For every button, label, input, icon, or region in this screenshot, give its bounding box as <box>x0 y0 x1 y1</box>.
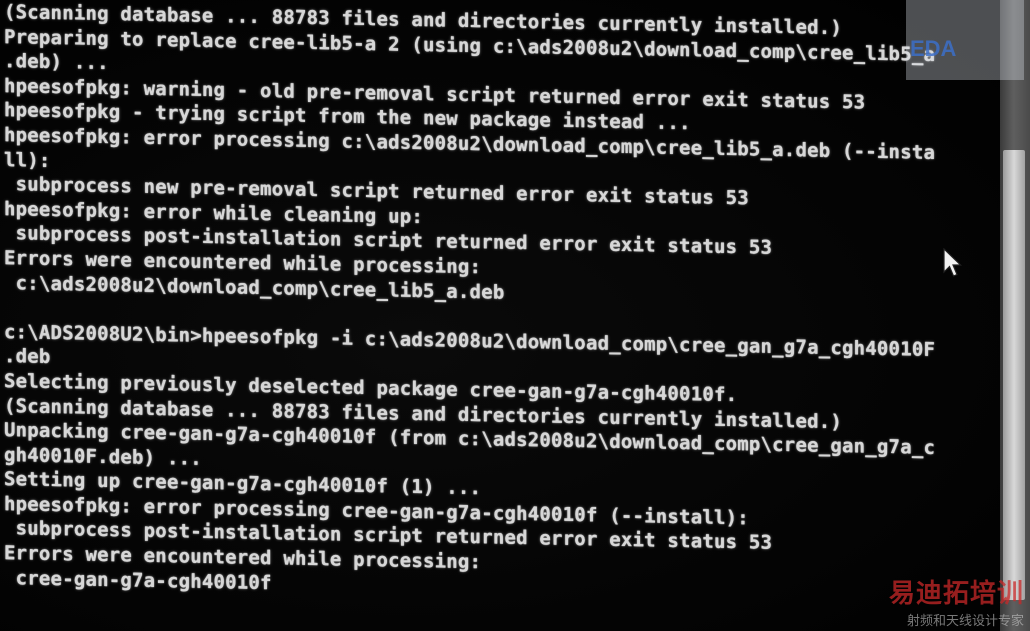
watermark-bottom-main: 易迪拓培训 <box>888 579 1024 609</box>
scrollbar-thumb[interactable] <box>1003 150 1025 600</box>
mouse-cursor-icon <box>943 248 962 277</box>
watermark-bottom-right: 易迪拓培训 射频和天线设计专家 <box>864 573 1024 629</box>
console-window: (Scanning database ... 88783 files and d… <box>0 0 1030 631</box>
vertical-scrollbar[interactable] <box>1000 0 1030 631</box>
watermark-top-right: EDA <box>906 0 1024 80</box>
watermark-bottom-sub: 射频和天线设计专家 <box>906 614 1024 629</box>
console-output[interactable]: (Scanning database ... 88783 files and d… <box>0 0 1000 631</box>
watermark-top-text: EDA <box>910 36 957 61</box>
